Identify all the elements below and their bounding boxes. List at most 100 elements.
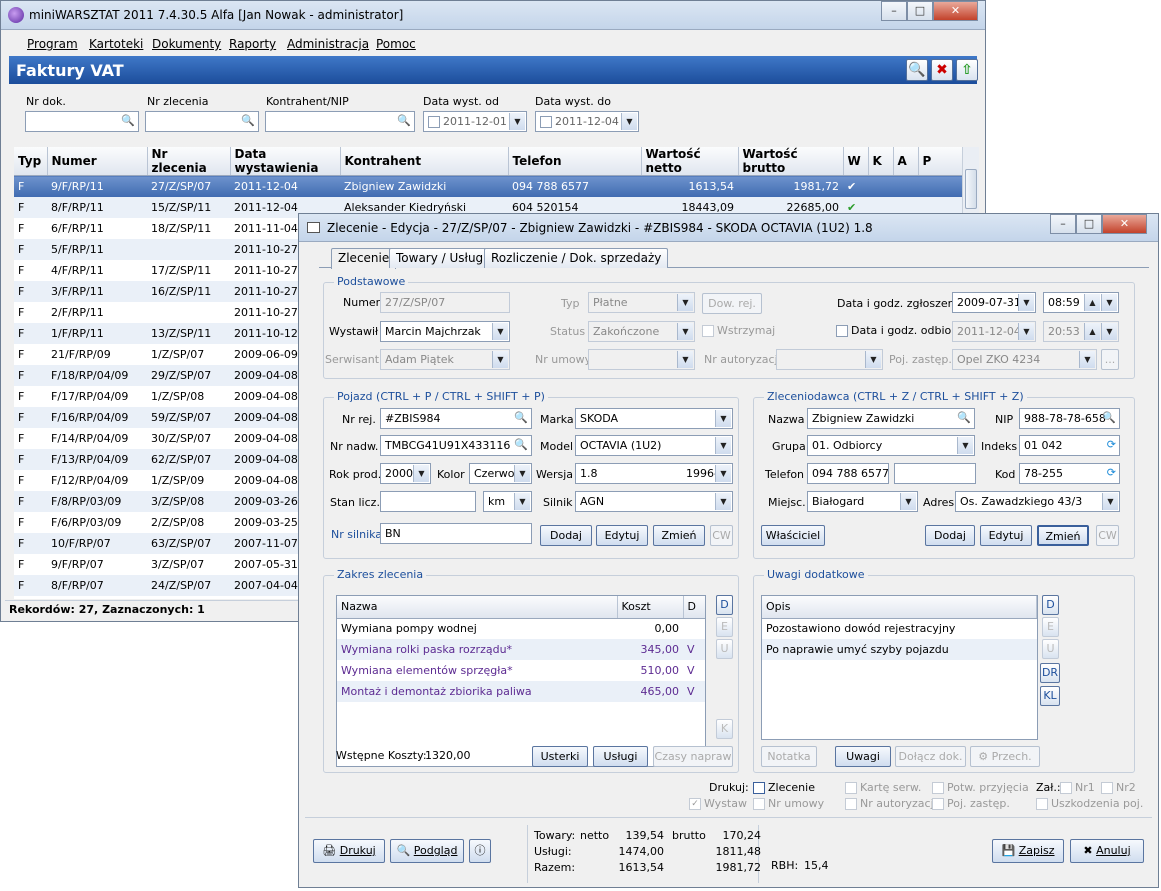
nr-rej-input[interactable]: #ZBIS984 🔍 — [380, 408, 532, 429]
pojazd-edytuj-button[interactable]: Edytuj — [596, 525, 648, 546]
poj-zastep-more-button[interactable]: ... — [1101, 349, 1119, 370]
klient-cw-button[interactable]: CW — [1096, 525, 1119, 546]
klient-edytuj-button[interactable]: Edytuj — [980, 525, 1032, 546]
col-w[interactable]: W — [843, 147, 869, 176]
uslugi-button[interactable]: Usługi — [593, 746, 648, 767]
tab-rozliczenie[interactable]: Rozliczenie / Dok. sprzedaży — [484, 248, 669, 268]
telefon2-input[interactable] — [894, 463, 976, 484]
search-icon[interactable]: 🔍 — [1102, 411, 1116, 424]
menu-program[interactable]: Program — [27, 37, 78, 51]
nr-autoryzacji-checkbox[interactable]: Nr autoryzacji — [845, 797, 937, 810]
jednostka-select[interactable]: km ▼ — [483, 491, 532, 512]
col-p[interactable]: P — [918, 147, 962, 176]
anuluj-button[interactable]: ✖ Anuluj — [1070, 839, 1144, 863]
dolacz-dok-button[interactable]: Dołącz dok. — [895, 746, 966, 767]
chevron-down-icon[interactable]: ▼ — [1101, 323, 1117, 340]
zakres-u-button[interactable]: U — [716, 639, 733, 659]
dow-rej-button[interactable]: Dow. rej. — [702, 293, 762, 314]
telefon-input[interactable]: 094 788 6577 — [807, 463, 889, 484]
data-odbioru-checkbox[interactable]: Data i godz. odbioru — [836, 324, 963, 337]
drukuj-button[interactable]: 🖨 Drukuj — [313, 839, 385, 863]
nr-autoryzacji-select[interactable]: ▼ — [776, 349, 883, 370]
nr-nadw-input[interactable]: TMBCG41U91X433116 🔍 — [380, 435, 532, 456]
search-icon[interactable]: 🔍 — [514, 438, 528, 451]
spin-icon[interactable]: ▲ — [1084, 294, 1100, 311]
col-nazwa[interactable]: Nazwa — [337, 596, 618, 619]
col-kontrahent[interactable]: Kontrahent — [340, 147, 509, 176]
nr-dok-input[interactable]: 🔍 — [25, 111, 139, 132]
pojazd-dodaj-button[interactable]: Dodaj — [540, 525, 592, 546]
clear-filter-button[interactable]: ✖ — [931, 59, 953, 81]
kontrahent-input[interactable]: 🔍 — [265, 111, 415, 132]
col-brutto[interactable]: Wartość brutto — [738, 147, 844, 176]
miejsc-select[interactable]: Białogard ▼ — [807, 491, 918, 512]
nr-umowy-select[interactable]: ▼ — [588, 349, 695, 370]
col-typ[interactable]: Typ — [14, 147, 48, 176]
list-item[interactable]: Wymiana pompy wodnej 0,00 — [337, 618, 705, 639]
klient-zmien-button[interactable]: Zmień — [1037, 525, 1089, 546]
nr-umowy-checkbox[interactable]: Nr umowy — [753, 797, 824, 810]
menu-dokumenty[interactable]: Dokumenty — [152, 37, 221, 51]
data-od-picker[interactable]: 2011-12-01 ▼ — [423, 111, 527, 132]
status-select[interactable]: Zakończone ▼ — [588, 321, 695, 342]
serwisant-select[interactable]: Adam Piątek ▼ — [380, 349, 510, 370]
data-do-checkbox[interactable] — [540, 116, 552, 128]
stan-licz-input[interactable] — [380, 491, 476, 512]
potw-przyjecia-checkbox[interactable]: Potw. przyjęcia — [932, 781, 1029, 794]
wlasciciel-button[interactable]: Właściciel — [761, 525, 825, 546]
dialog-close-button[interactable]: ✕ — [1102, 214, 1147, 234]
godz-odbioru-input[interactable]: 20:53 ▲ ▼ — [1043, 321, 1119, 342]
model-select[interactable]: OCTAVIA (1U2) ▼ — [575, 435, 733, 456]
silnik-select[interactable]: AGN ▼ — [575, 491, 733, 512]
nr-zlecenia-input[interactable]: 🔍 — [145, 111, 259, 132]
nr1-checkbox[interactable]: Nr1 — [1060, 781, 1095, 794]
list-item[interactable]: Pozostawiono dowód rejestracyjny — [762, 618, 1037, 639]
col-netto[interactable]: Wartość netto — [641, 147, 739, 176]
list-item[interactable]: Wymiana elementów sprzęgła* 510,00 V — [337, 660, 705, 681]
col-k[interactable]: K — [868, 147, 894, 176]
col-telefon[interactable]: Telefon — [508, 147, 642, 176]
col-data[interactable]: Data wystawienia — [230, 147, 341, 176]
col-a[interactable]: A — [893, 147, 919, 176]
nip-input[interactable]: 988-78-78-658 🔍 — [1019, 408, 1120, 429]
typ-select[interactable]: Płatne ▼ — [588, 292, 695, 313]
grupa-select[interactable]: 01. Odbiorcy ▼ — [807, 435, 975, 456]
karte-serw-checkbox[interactable]: Kartę serw. — [845, 781, 921, 794]
uwagi-button[interactable]: Uwagi — [835, 746, 891, 767]
przech-button[interactable]: ⚙ Przech. — [970, 746, 1040, 767]
wstrzymaj-checkbox[interactable]: Wstrzymaj — [702, 324, 775, 337]
wersja-select[interactable]: 1.8 1996-(▼ — [575, 463, 733, 484]
data-odbioru-picker[interactable]: 2011-12-04 ▼ — [952, 321, 1036, 342]
data-zgloszenia-picker[interactable]: 2009-07-31 ▼ — [952, 292, 1036, 313]
nr2-checkbox[interactable]: Nr2 — [1101, 781, 1136, 794]
kolor-select[interactable]: Czerwon ▼ — [469, 463, 532, 484]
indeks-input[interactable]: 01 042 ⟳ — [1019, 435, 1120, 456]
minimize-button[interactable]: – — [881, 1, 907, 21]
marka-select[interactable]: SKODA ▼ — [575, 408, 733, 429]
col-numer[interactable]: Numer — [47, 147, 148, 176]
search-icon[interactable]: 🔍 — [514, 411, 528, 424]
tab-zlecenie[interactable]: Zlecenie — [331, 248, 397, 269]
kod-input[interactable]: 78-255 ⟳ — [1019, 463, 1120, 484]
col-nr-zlecenia[interactable]: Nr zlecenia — [147, 147, 231, 176]
spin-icon[interactable]: ▲ — [1084, 323, 1100, 340]
uszkodzenia-checkbox[interactable]: Uszkodzenia poj. — [1036, 797, 1143, 810]
zakres-e-button[interactable]: E — [716, 617, 733, 637]
uwagi-d-button[interactable]: D — [1042, 595, 1059, 615]
data-od-checkbox[interactable] — [428, 116, 440, 128]
list-item[interactable]: Po naprawie umyć szyby pojazdu — [762, 639, 1037, 660]
zakres-k-button[interactable]: K — [716, 719, 733, 739]
uwagi-e-button[interactable]: E — [1042, 617, 1059, 637]
col-d[interactable]: D — [683, 596, 705, 619]
pojazd-cw-button[interactable]: CW — [710, 525, 733, 546]
menu-administracja[interactable]: Administracja — [287, 37, 369, 51]
adres-select[interactable]: Os. Zawadzkiego 43/3 ▼ — [955, 491, 1120, 512]
rok-prod-select[interactable]: 2000 ▼ — [380, 463, 431, 484]
refresh-icon[interactable]: ⟳ — [1107, 438, 1116, 451]
search-button[interactable]: 🔍 — [906, 59, 928, 81]
col-koszt[interactable]: Koszt — [617, 596, 684, 619]
list-item[interactable]: Montaż i demontaż zbiorika paliwa 465,00 V — [337, 681, 705, 702]
podglad-button[interactable]: 🔍 Podgląd — [390, 839, 464, 863]
poj-zastep-checkbox[interactable]: Poj. zastęp. — [932, 797, 1010, 810]
klient-dodaj-button[interactable]: Dodaj — [925, 525, 975, 546]
